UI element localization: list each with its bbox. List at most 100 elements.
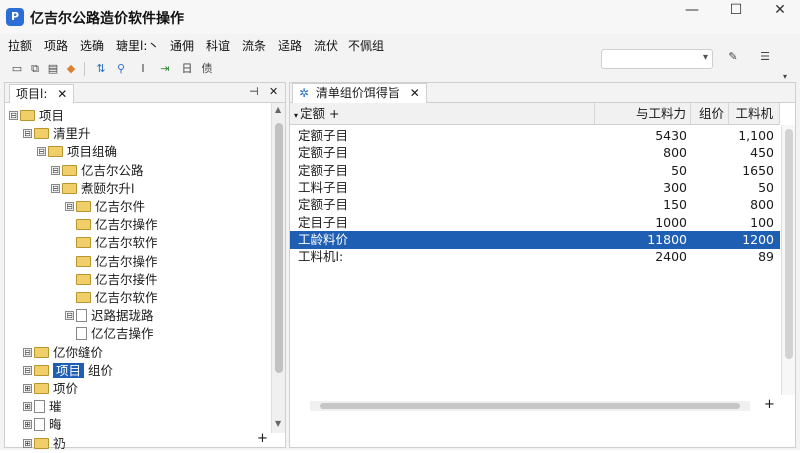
column-header-name[interactable]: ▾ 定额 + bbox=[290, 103, 595, 125]
tab-close-icon[interactable]: ✕ bbox=[410, 86, 420, 100]
tree-node-label: 亿你缝价 bbox=[53, 344, 104, 360]
tab-bill-pricing[interactable]: ✲ 清单组价饵得旨 ✕ bbox=[292, 83, 427, 103]
tree-expander-icon[interactable]: ⊟ bbox=[23, 347, 32, 357]
column-header-labor-material-machine[interactable]: 工料机 bbox=[729, 103, 780, 125]
tree-node[interactable]: 亿吉尔操作 bbox=[65, 214, 158, 233]
cell-material: 5430 bbox=[655, 128, 687, 143]
scroll-down-icon[interactable]: ▼ bbox=[275, 419, 281, 428]
scrollbar-thumb[interactable] bbox=[275, 123, 283, 373]
tree-expander-icon[interactable]: ⊟ bbox=[65, 311, 74, 321]
close-button[interactable]: ✕ bbox=[760, 0, 800, 22]
add-row-button[interactable]: + bbox=[764, 397, 775, 412]
tree-node[interactable]: 亿亿吉操作 bbox=[65, 323, 154, 342]
tree-expander-icon[interactable]: ⊟ bbox=[37, 147, 46, 157]
tree-node[interactable]: ⊞ 礽 bbox=[23, 433, 66, 452]
tree-node[interactable]: 亿吉尔软作 bbox=[65, 232, 158, 251]
menu-item[interactable]: 选确 bbox=[80, 37, 104, 54]
tree-node[interactable]: ⊟ 亿吉尔公路 bbox=[51, 160, 144, 179]
menu-item[interactable]: 通佣 bbox=[170, 37, 194, 54]
debt-icon[interactable]: 债 bbox=[200, 62, 214, 76]
add-button[interactable]: + bbox=[257, 431, 268, 446]
tree-node[interactable]: ⊟ 项目 组价 bbox=[23, 360, 113, 379]
maximize-button[interactable]: ☐ bbox=[716, 0, 756, 22]
tree-node[interactable]: ⊟ 煮颐尔升l bbox=[51, 178, 134, 197]
menu-item[interactable]: 流条 bbox=[242, 37, 266, 54]
scroll-up-icon[interactable]: ▲ bbox=[275, 105, 281, 114]
tree-node-label: 亿吉尔接件 bbox=[95, 271, 158, 287]
tree-node[interactable]: ⊟ 亿吉尔件 bbox=[65, 196, 145, 215]
list-menu-icon[interactable]: ☰ bbox=[758, 50, 772, 64]
tree-node-label: 清里升 bbox=[53, 126, 91, 142]
table-row[interactable]: 定额子目 50 1650 bbox=[290, 162, 780, 180]
folder-icon bbox=[62, 182, 77, 194]
tree-node[interactable]: 亿吉尔操作 bbox=[65, 251, 158, 270]
tree-expander-icon[interactable]: ⊟ bbox=[51, 165, 60, 175]
tree-node[interactable]: ⊟ 项目 bbox=[9, 105, 64, 124]
panel-close-icon[interactable]: ✕ bbox=[269, 85, 278, 98]
cell-name: 工料子目 bbox=[298, 179, 349, 195]
tree-expander-icon[interactable]: ⊞ bbox=[23, 420, 32, 430]
table-row[interactable]: 定额子目 5430 1,100 bbox=[290, 127, 780, 145]
edit-pen-icon[interactable]: ✎ bbox=[726, 50, 740, 64]
tree-node[interactable]: ⊞ 璀 bbox=[23, 396, 62, 415]
link-icon[interactable]: ⚲ bbox=[114, 62, 128, 76]
tree-node-label: 亿亿吉操作 bbox=[91, 326, 154, 342]
menu-item[interactable]: 迳路 bbox=[278, 37, 302, 54]
minimize-button[interactable]: — bbox=[672, 0, 712, 22]
tree-expander-icon[interactable]: ⊟ bbox=[23, 129, 32, 139]
menu-item[interactable]: 不佩组 bbox=[348, 37, 384, 54]
tree-node[interactable]: 亿吉尔软作 bbox=[65, 287, 158, 306]
column-header-material[interactable]: 与工料力 bbox=[595, 103, 691, 125]
tree-expander-icon[interactable]: ⊟ bbox=[9, 111, 18, 120]
paste-icon[interactable]: ▤ bbox=[46, 62, 60, 76]
table-row[interactable]: 工料子目 300 50 bbox=[290, 179, 780, 197]
table-row[interactable]: 定额子目 150 800 bbox=[290, 196, 780, 214]
table-row[interactable]: 工料机l: 2400 89 bbox=[290, 248, 780, 266]
tree-expander-icon[interactable]: ⊞ bbox=[23, 384, 32, 393]
document-icon bbox=[34, 400, 45, 414]
grid-horizontal-scrollbar[interactable] bbox=[310, 401, 750, 411]
pin-icon[interactable]: ⊣ bbox=[249, 85, 259, 98]
document-icon bbox=[34, 418, 45, 432]
insert-icon[interactable]: ⇥ bbox=[158, 62, 172, 76]
cell-labor-material-machine: 1650 bbox=[742, 162, 774, 178]
tree-vertical-scrollbar[interactable]: ▲ ▼ bbox=[271, 103, 285, 433]
text-tool-icon[interactable]: I bbox=[136, 62, 150, 76]
sort-arrow-icon: ▾ bbox=[294, 111, 299, 120]
scrollbar-thumb[interactable] bbox=[785, 129, 793, 359]
menu-item[interactable]: 流伏 bbox=[314, 37, 338, 54]
menu-item[interactable]: 瑭里l:丶 bbox=[116, 37, 159, 54]
copy-icon[interactable]: ⧉ bbox=[28, 62, 42, 76]
menu-item[interactable]: 拉额 bbox=[8, 37, 32, 54]
menu-item[interactable]: 科谊 bbox=[206, 37, 230, 54]
column-header-price[interactable]: 组价 bbox=[691, 103, 729, 125]
tree-node[interactable]: ⊟ 迟路据珑路 bbox=[65, 305, 154, 324]
tab-close-icon[interactable]: ✕ bbox=[57, 87, 67, 101]
grid-vertical-scrollbar[interactable] bbox=[781, 125, 795, 395]
tree-expander-icon[interactable]: ⊟ bbox=[65, 202, 74, 211]
tree-node-label: 项目组确 bbox=[67, 144, 118, 160]
table-row[interactable]: 定额子目 800 450 bbox=[290, 144, 780, 162]
tree-expander-icon[interactable]: ⊞ bbox=[23, 402, 32, 412]
tree-node[interactable]: ⊟ 亿你缝价 bbox=[23, 342, 103, 361]
table-row[interactable]: 工龄料价 11800 1200 bbox=[290, 230, 780, 249]
tab-project[interactable]: 项目l: ✕ bbox=[9, 84, 75, 103]
sort-icon[interactable]: ⇅ bbox=[94, 62, 108, 76]
tree-node[interactable]: ⊟ 清里升 bbox=[23, 123, 91, 142]
tree-expander-icon[interactable]: ⊟ bbox=[23, 365, 32, 375]
tree-node[interactable]: 亿吉尔接件 bbox=[65, 269, 158, 288]
toolbar-combo-box[interactable]: ▾ bbox=[601, 49, 713, 69]
tree-expander-icon[interactable]: ⊟ bbox=[51, 183, 60, 193]
table-row[interactable]: 定目子目 1000 100 bbox=[290, 214, 780, 232]
tree-node[interactable]: ⊞ 晦 bbox=[23, 414, 62, 433]
tree-node[interactable]: ⊞ 项价 bbox=[23, 378, 78, 397]
scrollbar-thumb[interactable] bbox=[320, 403, 740, 409]
tag-icon[interactable]: ◆ bbox=[64, 62, 78, 76]
tree-expander-icon[interactable]: ⊞ bbox=[23, 438, 32, 448]
calendar-icon[interactable]: 日 bbox=[180, 62, 194, 76]
cell-labor-material-machine: 50 bbox=[758, 179, 774, 195]
document-icon bbox=[76, 327, 87, 341]
tree-node[interactable]: ⊟ 项目组确 bbox=[37, 141, 117, 160]
menu-item[interactable]: 项路 bbox=[44, 37, 68, 54]
new-file-icon[interactable]: ▭ bbox=[10, 62, 24, 76]
